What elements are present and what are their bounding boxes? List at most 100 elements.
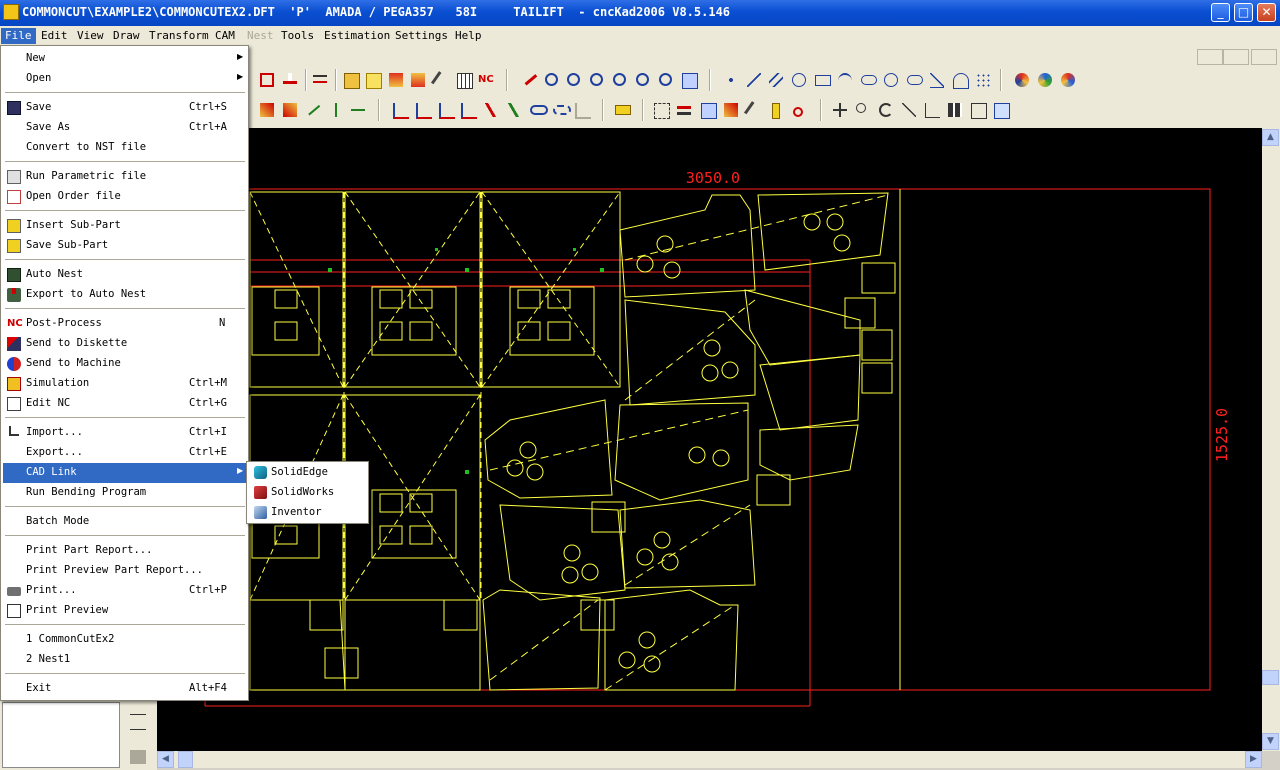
extend-icon[interactable] — [280, 100, 300, 120]
menu-item-auto-nest[interactable]: Auto Nest — [3, 265, 247, 285]
maximize-button[interactable]: □ — [1234, 3, 1253, 22]
dimension-abc-icon[interactable] — [413, 100, 433, 120]
grid-points-icon[interactable] — [973, 70, 993, 90]
menu-item-send-diskette[interactable]: Send to Diskette — [3, 334, 247, 354]
redraw-icon[interactable] — [679, 70, 699, 90]
zoom-out-icon[interactable] — [564, 70, 584, 90]
move-icon[interactable] — [830, 100, 850, 120]
menu-item-new[interactable]: New ▶ — [3, 49, 247, 69]
tool-star-icon[interactable] — [363, 70, 383, 90]
menu-item-save-as[interactable]: Save As Ctrl+A — [3, 118, 247, 138]
scissors-icon[interactable] — [790, 100, 810, 120]
array-2-icon[interactable] — [968, 100, 988, 120]
zoom-window-icon[interactable] — [587, 70, 607, 90]
line-icon[interactable] — [744, 70, 764, 90]
arc-icon[interactable] — [835, 70, 855, 90]
unlink-icon[interactable] — [550, 100, 571, 120]
mirror-icon[interactable] — [899, 100, 919, 120]
part-icon[interactable] — [257, 70, 277, 90]
scroll-thumb-vertical[interactable] — [1262, 670, 1279, 685]
menu-view[interactable]: View — [73, 28, 108, 44]
menu-item-export-auto-nest[interactable]: Export to Auto Nest — [3, 285, 247, 305]
scroll-thumb-horizontal[interactable] — [178, 751, 193, 768]
menu-edit[interactable]: Edit — [37, 28, 72, 44]
menu-item-batch-mode[interactable]: Batch Mode — [3, 512, 247, 532]
menu-help[interactable]: Help — [451, 28, 486, 44]
menu-item-export[interactable]: Export... Ctrl+E — [3, 443, 247, 463]
menu-item-print[interactable]: Print... Ctrl+P — [3, 581, 247, 601]
menu-item-open-order[interactable]: Open Order file — [3, 187, 247, 207]
menu-file[interactable]: File — [1, 28, 36, 44]
triangle-icon[interactable] — [927, 70, 947, 90]
ruler-icon[interactable] — [767, 100, 787, 120]
zoom-all-icon[interactable] — [610, 70, 630, 90]
punch-icon[interactable] — [280, 70, 300, 90]
submenu-item-solidworks[interactable]: SolidWorks — [249, 483, 367, 503]
link-icon[interactable] — [527, 100, 548, 120]
menu-item-run-bending[interactable]: Run Bending Program — [3, 483, 247, 503]
dimension-icon[interactable] — [390, 100, 410, 120]
vertical-scrollbar[interactable]: ▲ ▼ — [1262, 128, 1280, 751]
angle-line-icon[interactable] — [789, 70, 809, 90]
dimension-abc-2-icon[interactable] — [458, 100, 478, 120]
menu-item-save-subpart[interactable]: Save Sub-Part — [3, 236, 247, 256]
trim-icon[interactable] — [257, 100, 277, 120]
autoindex-icon[interactable] — [408, 70, 428, 90]
hammer-2-icon[interactable] — [743, 100, 764, 120]
vertical-line-icon[interactable] — [326, 100, 346, 120]
menu-item-edit-nc[interactable]: Edit NC Ctrl+G — [3, 394, 247, 414]
menu-item-exit[interactable]: Exit Alt+F4 — [3, 679, 247, 699]
scroll-right-button[interactable]: ▶ — [1245, 751, 1262, 768]
menu-item-send-machine[interactable]: Send to Machine — [3, 354, 247, 374]
scroll-up-button[interactable]: ▲ — [1262, 129, 1279, 146]
circle-icon[interactable] — [881, 70, 901, 90]
array-3-icon[interactable] — [991, 100, 1011, 120]
fillet-icon[interactable] — [302, 99, 322, 120]
menu-item-cad-link[interactable]: CAD Link ▶ — [3, 463, 247, 483]
delete-entity-icon[interactable] — [674, 100, 694, 120]
bend-line-2-icon[interactable] — [504, 100, 524, 120]
horizontal-scrollbar[interactable]: ◀ ▶ — [157, 751, 1262, 768]
dimension-vertical-icon[interactable] — [130, 714, 146, 730]
copy-icon[interactable] — [853, 100, 873, 120]
dimension-2-icon[interactable] — [436, 100, 456, 120]
table-icon[interactable] — [454, 70, 474, 90]
zoom-previous-icon[interactable] — [633, 70, 653, 90]
pan-icon[interactable] — [656, 70, 676, 90]
menu-item-convert-nst[interactable]: Convert to NST file — [3, 138, 247, 158]
scroll-left-button[interactable]: ◀ — [157, 751, 174, 768]
rectangle-icon[interactable] — [812, 70, 832, 90]
color-layer-icon[interactable] — [1012, 70, 1032, 90]
menu-item-recent-2[interactable]: 2 Nest1 — [3, 650, 247, 670]
left-panel-list[interactable] — [2, 702, 120, 768]
menu-item-recent-1[interactable]: 1 CommonCutEx2 — [3, 630, 247, 650]
menu-item-save[interactable]: Save Ctrl+S — [3, 98, 247, 118]
drawing-canvas[interactable]: 3050.0 1525.0 — [157, 128, 1262, 751]
submenu-item-solidedge[interactable]: SolidEdge — [249, 463, 367, 483]
obround-icon[interactable] — [858, 70, 878, 90]
scale-icon[interactable] — [922, 100, 942, 120]
nc-icon[interactable]: NC — [477, 70, 497, 90]
menu-item-print-part-report[interactable]: Print Part Report... — [3, 541, 247, 561]
hammer-icon[interactable] — [430, 70, 451, 90]
menu-estimation[interactable]: Estimation — [320, 28, 394, 44]
menu-item-import[interactable]: Import... Ctrl+I — [3, 423, 247, 443]
explode-icon[interactable] — [721, 100, 741, 120]
menu-item-print-preview-report[interactable]: Print Preview Part Report... — [3, 561, 247, 581]
slot-icon[interactable] — [904, 70, 924, 90]
measure-icon[interactable] — [698, 100, 718, 120]
close-button[interactable]: ✕ — [1257, 3, 1276, 22]
pen-icon[interactable] — [519, 69, 539, 90]
select-icon[interactable] — [651, 100, 671, 120]
rotate-icon[interactable] — [876, 100, 896, 120]
array-icon[interactable] — [945, 100, 965, 120]
menu-tools[interactable]: Tools — [277, 28, 318, 44]
autopunch-icon[interactable] — [386, 70, 406, 90]
color-layer-2-icon[interactable] — [1035, 70, 1055, 90]
menu-transform[interactable]: Transform — [145, 28, 213, 44]
layout-icon[interactable] — [310, 70, 330, 90]
zoom-in-icon[interactable] — [542, 70, 562, 90]
minimize-button[interactable]: _ — [1211, 3, 1230, 22]
menu-item-print-preview[interactable]: Print Preview — [3, 601, 247, 621]
menu-item-open[interactable]: Open ▶ — [3, 69, 247, 89]
